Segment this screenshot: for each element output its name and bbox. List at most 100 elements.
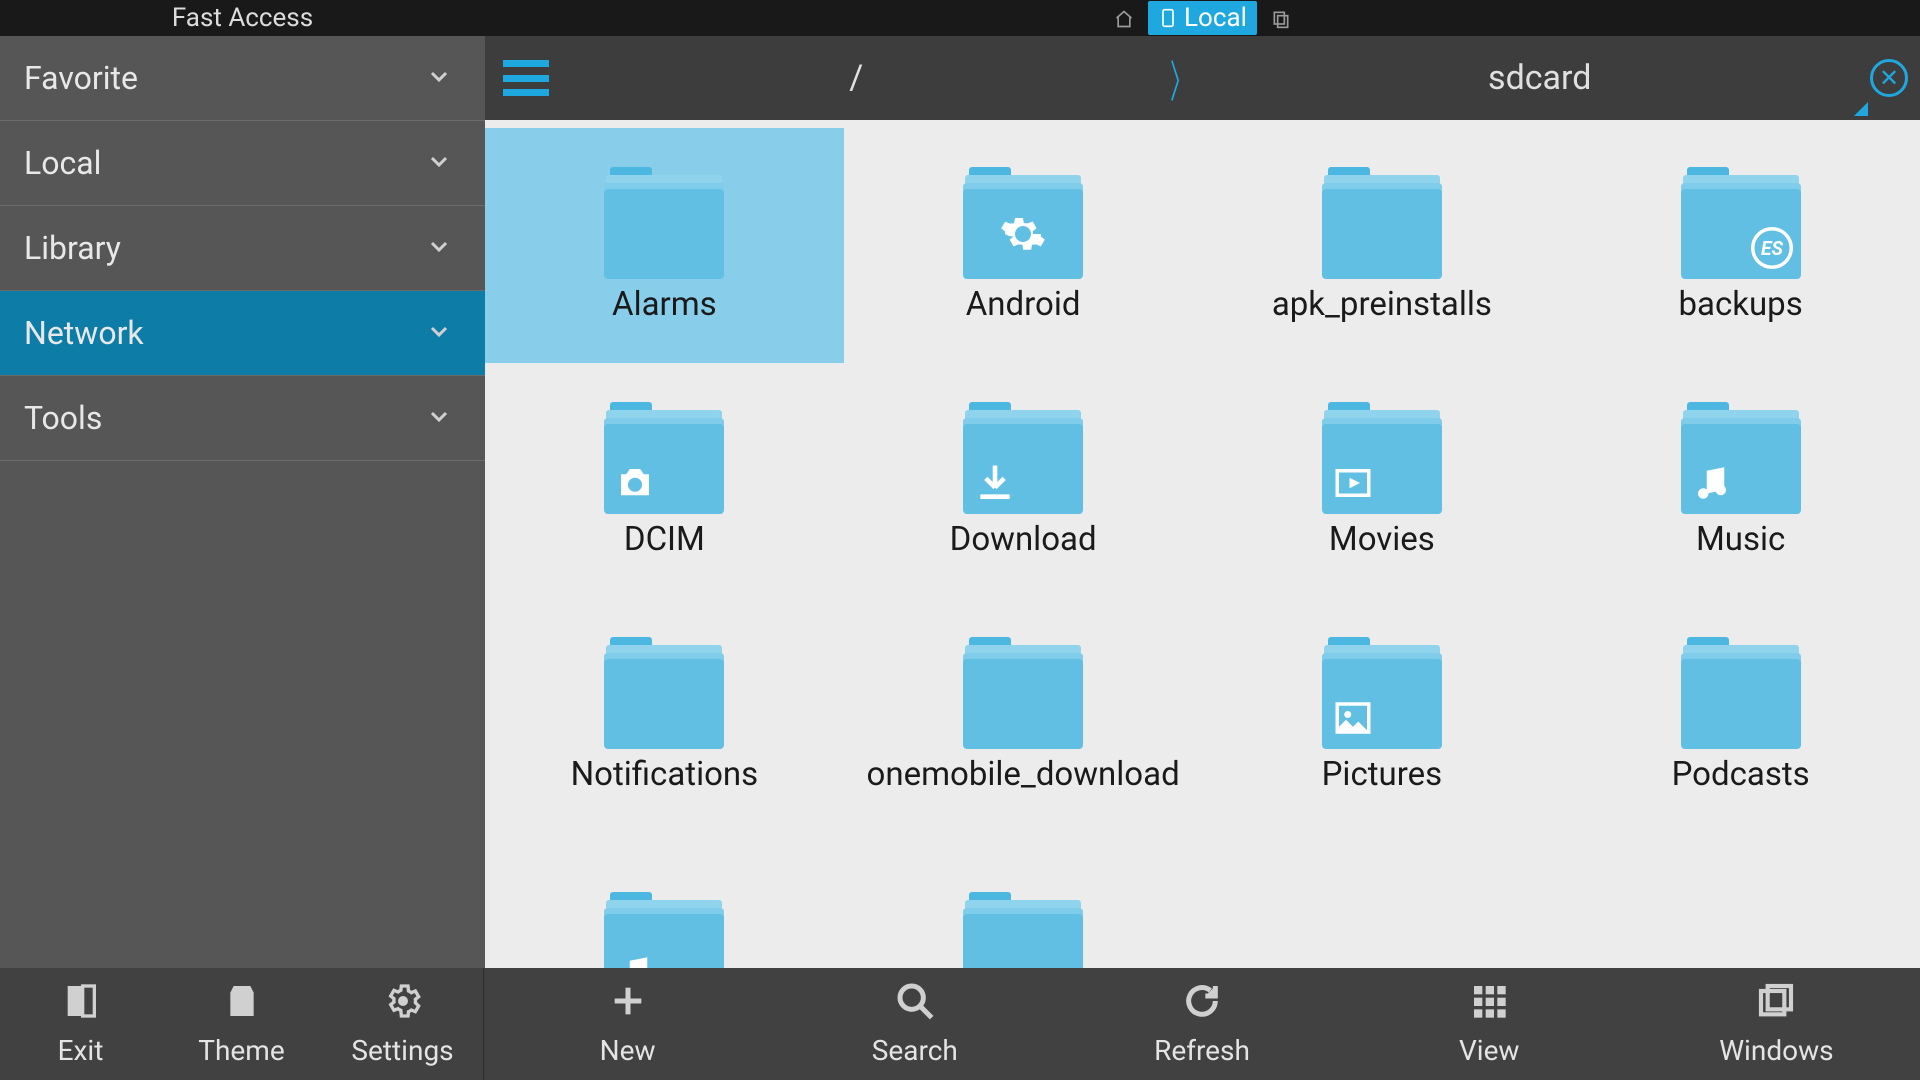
folder-label: apk_preinstalls [1272, 285, 1492, 324]
folder-item[interactable]: DCIM [485, 363, 844, 598]
bottombar-label: Windows [1719, 1034, 1833, 1067]
middle-area: Favorite Local Library Network Tools / 〉 sdc… [0, 36, 1920, 968]
bottombar-label: Search [872, 1034, 958, 1067]
breadcrumb-separator-icon: 〉 [1170, 46, 1192, 110]
app-root: Fast Access Local Favorite Local Library Ne… [0, 0, 1920, 1080]
breadcrumb-current[interactable]: sdcard [1209, 46, 1870, 110]
folder-icon [963, 892, 1083, 969]
folder-item[interactable]: Android [844, 128, 1203, 363]
chevron-down-icon [427, 402, 451, 435]
bottom-bar: Exit Theme Settings New Search Refresh View Win… [0, 968, 1920, 1080]
folder-label: Pictures [1322, 755, 1443, 794]
folder-label: Podcasts [1672, 755, 1810, 794]
hamburger-icon[interactable] [503, 60, 549, 96]
location-chip-label: Local [1184, 3, 1247, 33]
new-button[interactable]: New [484, 968, 771, 1080]
folder-icon [604, 637, 724, 749]
folder-item[interactable]: Pictures [1203, 598, 1562, 833]
close-tab-icon[interactable]: ✕ [1870, 59, 1908, 97]
sidebar-item-label: Network [24, 314, 144, 352]
folder-label: Movies [1329, 520, 1435, 559]
chevron-down-icon [427, 147, 451, 180]
folder-item[interactable]: Podcasts [1561, 598, 1920, 833]
folder-video-icon [1322, 402, 1442, 514]
folder-icon [604, 167, 724, 279]
sidebar-item-local[interactable]: Local [0, 121, 485, 206]
clipboard-icon[interactable] [1271, 7, 1291, 28]
sidebar-item-network[interactable]: Network [0, 291, 485, 376]
status-bar-right: Local [485, 1, 1920, 35]
folder-label: Android [966, 285, 1081, 324]
folder-item[interactable]: ES backups [1561, 128, 1920, 363]
sidebar-item-library[interactable]: Library [0, 206, 485, 291]
sidebar-item-label: Library [24, 229, 121, 267]
windows-icon [1756, 981, 1796, 1028]
folder-item[interactable]: onemobile_download [844, 598, 1203, 833]
sidebar-item-favorite[interactable]: Favorite [0, 36, 485, 121]
folder-label: Download [950, 520, 1097, 559]
windows-button[interactable]: Windows [1633, 968, 1920, 1080]
location-chip-local[interactable]: Local [1148, 1, 1257, 35]
folder-label: Notifications [571, 755, 759, 794]
chevron-down-icon [427, 317, 451, 350]
folder-grid: Alarms Android apk_preinstalls ES backups DCI… [485, 120, 1920, 968]
settings-button[interactable]: Settings [322, 968, 483, 1080]
svg-text:ES: ES [1761, 237, 1783, 260]
folder-item[interactable] [844, 833, 1203, 968]
bottombar-label: Theme [198, 1034, 284, 1067]
home-icon[interactable] [1114, 7, 1134, 28]
breadcrumb: / 〉 sdcard [559, 46, 1870, 110]
folder-item[interactable]: Notifications [485, 598, 844, 833]
exit-button[interactable]: Exit [0, 968, 161, 1080]
folder-item[interactable]: Movies [1203, 363, 1562, 598]
search-icon [895, 981, 935, 1028]
breadcrumb-root[interactable]: / [559, 46, 1153, 110]
settings-icon [383, 981, 423, 1028]
folder-item[interactable]: Alarms [485, 128, 844, 363]
fast-access-title: Fast Access [0, 3, 485, 33]
chevron-down-icon [427, 62, 451, 95]
folder-item[interactable]: apk_preinstalls [1203, 128, 1562, 363]
folder-music-icon [1681, 402, 1801, 514]
sidebar-item-label: Local [24, 144, 101, 182]
folder-item[interactable] [485, 833, 844, 968]
folder-item[interactable]: Music [1561, 363, 1920, 598]
bottombar-label: Exit [58, 1034, 104, 1067]
folder-label: Music [1696, 520, 1785, 559]
view-button[interactable]: View [1346, 968, 1633, 1080]
theme-icon [222, 981, 262, 1028]
folder-camera-icon [604, 402, 724, 514]
refresh-button[interactable]: Refresh [1058, 968, 1345, 1080]
bottombar-label: Refresh [1154, 1034, 1250, 1067]
new-icon [608, 981, 648, 1028]
folder-label: Alarms [612, 285, 717, 324]
refresh-icon [1182, 981, 1222, 1028]
folder-label: onemobile_download [867, 755, 1180, 794]
folder-icon [1322, 167, 1442, 279]
folder-label: backups [1679, 285, 1803, 324]
bottombar-label: Settings [351, 1034, 453, 1067]
bottombar-label: New [600, 1034, 656, 1067]
folder-image-icon [1322, 637, 1442, 749]
folder-gear-icon [963, 167, 1083, 279]
dropdown-triangle-icon[interactable] [1854, 102, 1868, 116]
folder-icon [1681, 637, 1801, 749]
sidebar-item-label: Tools [24, 399, 102, 437]
status-bar: Fast Access Local [0, 0, 1920, 36]
exit-icon [61, 981, 101, 1028]
view-icon [1469, 981, 1509, 1028]
folder-download-icon [963, 402, 1083, 514]
main-pane: / 〉 sdcard ✕ Alarms Android apk_preinstall… [485, 36, 1920, 968]
bottombar-label: View [1459, 1034, 1520, 1067]
breadcrumb-bar: / 〉 sdcard ✕ [485, 36, 1920, 120]
folder-music-icon [604, 892, 724, 969]
folder-label: DCIM [624, 520, 705, 559]
search-button[interactable]: Search [771, 968, 1058, 1080]
chevron-down-icon [427, 232, 451, 265]
folder-es-icon: ES [1681, 167, 1801, 279]
sidebar-item-tools[interactable]: Tools [0, 376, 485, 461]
folder-item[interactable]: Download [844, 363, 1203, 598]
sidebar: Favorite Local Library Network Tools [0, 36, 485, 968]
theme-button[interactable]: Theme [161, 968, 322, 1080]
sidebar-item-label: Favorite [24, 59, 138, 97]
